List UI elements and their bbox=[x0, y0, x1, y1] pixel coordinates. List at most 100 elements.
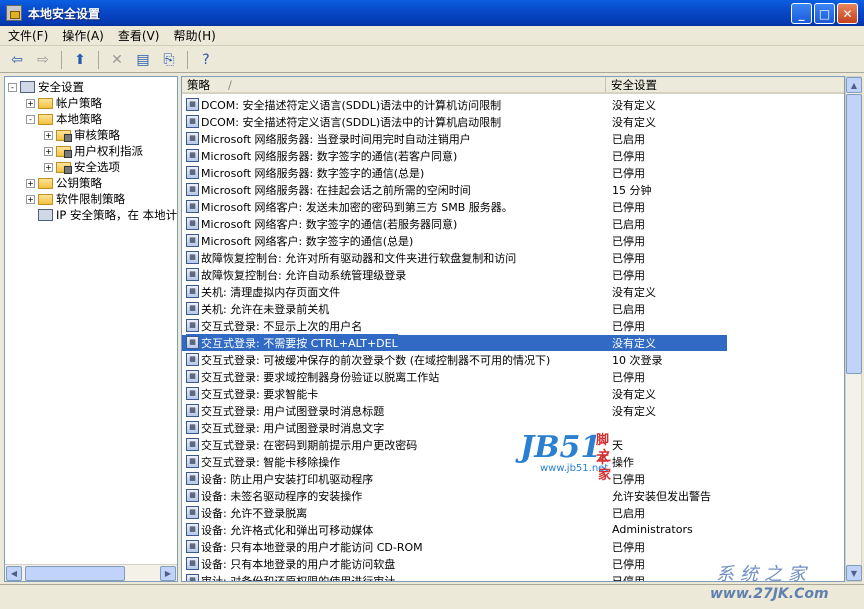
minimize-button[interactable]: _ bbox=[791, 3, 812, 24]
policy-row[interactable]: ▦ 设备: 允许不登录脱离 已启用 bbox=[182, 504, 844, 521]
policy-row[interactable]: ▦ 关机: 清理虚拟内存页面文件 没有定义 bbox=[182, 283, 844, 300]
policy-row[interactable]: ▦ 交互式登录: 要求智能卡 没有定义 bbox=[182, 385, 844, 402]
policy-setting: 已停用 bbox=[612, 472, 645, 486]
policy-row[interactable]: ▦ DCOM: 安全描述符定义语言(SDDL)语法中的计算机访问限制 没有定义 bbox=[182, 96, 844, 113]
policy-row[interactable]: ▦ 设备: 只有本地登录的用户才能访问 CD-ROM 已停用 bbox=[182, 538, 844, 555]
policy-row[interactable]: ▦ Microsoft 网络服务器: 当登录时间用完时自动注销用户 已启用 bbox=[182, 130, 844, 147]
policy-name: 交互式登录: 不显示上次的用户名 bbox=[201, 319, 363, 333]
policy-icon: ▦ bbox=[186, 421, 199, 434]
selected-policy-row[interactable]: ▦ 交互式登录: 不需要按 CTRL+ALT+DEL 没有定义 bbox=[182, 334, 844, 351]
tree-item-label: 安全选项 bbox=[74, 160, 120, 174]
computer-policy-icon bbox=[38, 209, 53, 221]
scroll-left-icon[interactable]: ◀ bbox=[6, 566, 22, 581]
delete-icon[interactable]: ✕ bbox=[106, 50, 128, 70]
policy-row[interactable]: ▦ 交互式登录: 智能卡移除操作 操作 bbox=[182, 453, 844, 470]
close-button[interactable]: ✕ bbox=[837, 3, 858, 24]
tree-item[interactable]: IP 安全策略，在 本地计 bbox=[26, 207, 177, 223]
policy-icon: ▦ bbox=[186, 438, 199, 451]
policy-icon: ▦ bbox=[186, 234, 199, 247]
policy-icon: ▦ bbox=[186, 217, 199, 230]
tree-item[interactable]: + 软件限制策略 bbox=[26, 191, 125, 207]
tree-item[interactable]: + 公钥策略 bbox=[26, 175, 102, 191]
policy-row[interactable]: ▦ Microsoft 网络客户: 发送未加密的密码到第三方 SMB 服务器。 已停… bbox=[182, 198, 844, 215]
expand-icon[interactable]: + bbox=[44, 146, 53, 156]
policy-row[interactable]: ▦ 交互式登录: 不显示上次的用户名 已停用 bbox=[182, 317, 844, 334]
policy-row[interactable]: ▦ DCOM: 安全描述符定义语言(SDDL)语法中的计算机启动限制 没有定义 bbox=[182, 113, 844, 130]
column-header-setting-label: 安全设置 bbox=[611, 77, 657, 92]
scroll-up-icon[interactable]: ▲ bbox=[846, 77, 862, 93]
scroll-down-icon[interactable]: ▼ bbox=[846, 565, 862, 581]
expand-icon[interactable]: + bbox=[26, 194, 35, 204]
properties-icon[interactable]: ▤ bbox=[132, 50, 154, 70]
policy-icon: ▦ bbox=[186, 540, 199, 553]
up-folder-icon[interactable]: ⬆ bbox=[69, 50, 91, 70]
policy-icon: ▦ bbox=[186, 574, 199, 581]
menu-help[interactable]: 帮助(H) bbox=[173, 27, 215, 44]
policy-row[interactable]: ▦ Microsoft 网络服务器: 在挂起会话之前所需的空闲时间 15 分钟 bbox=[182, 181, 844, 198]
expand-icon[interactable]: + bbox=[26, 98, 35, 108]
menu-view[interactable]: 查看(V) bbox=[118, 27, 160, 44]
scroll-thumb[interactable] bbox=[25, 566, 125, 581]
policy-setting: 已停用 bbox=[612, 540, 645, 554]
policy-name: 故障恢复控制台: 允许对所有驱动器和文件夹进行软盘复制和访问 bbox=[201, 251, 517, 265]
policy-row[interactable]: ▦ 交互式登录: 用户试图登录时消息文字 bbox=[182, 419, 844, 436]
computer-policy-icon bbox=[20, 81, 35, 93]
policy-row[interactable]: ▦ 关机: 允许在未登录前关机 已启用 bbox=[182, 300, 844, 317]
policy-name: 交互式登录: 用户试图登录时消息标题 bbox=[201, 404, 385, 418]
policy-name: 设备: 允许格式化和弹出可移动媒体 bbox=[201, 523, 374, 537]
tree-item-label: 软件限制策略 bbox=[56, 192, 125, 206]
expand-icon[interactable]: + bbox=[44, 130, 53, 140]
policy-row[interactable]: ▦ 设备: 允许格式化和弹出可移动媒体 Administrators bbox=[182, 521, 844, 538]
policy-icon: ▦ bbox=[186, 489, 199, 502]
policy-row[interactable]: ▦ 故障恢复控制台: 允许对所有驱动器和文件夹进行软盘复制和访问 已停用 bbox=[182, 249, 844, 266]
tree-item[interactable]: + 审核策略 bbox=[44, 127, 120, 143]
policy-row[interactable]: ▦ 设备: 防止用户安装打印机驱动程序 已停用 bbox=[182, 470, 844, 487]
tree-item-label: 安全设置 bbox=[38, 80, 84, 94]
export-list-icon[interactable]: ⎘ bbox=[158, 50, 180, 70]
policy-setting: 已停用 bbox=[612, 370, 645, 384]
policy-row[interactable]: ▦ 故障恢复控制台: 允许自动系统管理级登录 已停用 bbox=[182, 266, 844, 283]
policy-name: 设备: 只有本地登录的用户才能访问 CD-ROM bbox=[201, 540, 423, 554]
help-icon[interactable]: ? bbox=[195, 50, 217, 70]
column-header-policy[interactable]: 策略 / bbox=[182, 77, 606, 94]
policy-icon: ▦ bbox=[186, 251, 199, 264]
tree-item[interactable]: + 用户权利指派 bbox=[44, 143, 143, 159]
policy-row[interactable]: ▦ 交互式登录: 要求域控制器身份验证以脱离工作站 已停用 bbox=[182, 368, 844, 385]
list-vertical-scrollbar[interactable]: ▲ ▼ bbox=[845, 76, 862, 582]
menu-bar: 文件(F) 操作(A) 查看(V) 帮助(H) bbox=[0, 26, 864, 46]
menu-file[interactable]: 文件(F) bbox=[8, 27, 48, 44]
folder-icon bbox=[38, 97, 53, 109]
policy-row[interactable]: ▦ 交互式登录: 用户试图登录时消息标题 没有定义 bbox=[182, 402, 844, 419]
tree-item[interactable]: - 安全设置 bbox=[8, 79, 84, 95]
collapse-icon[interactable]: - bbox=[26, 114, 35, 124]
tree-item[interactable]: + 安全选项 bbox=[44, 159, 120, 175]
tree-item-label: 本地策略 bbox=[56, 112, 102, 126]
policy-icon: ▦ bbox=[186, 353, 199, 366]
maximize-button[interactable]: □ bbox=[814, 3, 835, 24]
policy-row[interactable]: ▦ Microsoft 网络服务器: 数字签字的通信(总是) 已停用 bbox=[182, 164, 844, 181]
policy-setting: 已停用 bbox=[612, 268, 645, 282]
policy-row[interactable]: ▦ Microsoft 网络客户: 数字签字的通信(若服务器同意) 已启用 bbox=[182, 215, 844, 232]
scroll-thumb[interactable] bbox=[846, 94, 862, 374]
policy-row[interactable]: ▦ 交互式登录: 在密码到期前提示用户更改密码 天 bbox=[182, 436, 844, 453]
title-bar: 本地安全设置 _ □ ✕ bbox=[0, 0, 864, 26]
scroll-right-icon[interactable]: ▶ bbox=[160, 566, 176, 581]
back-arrow-icon[interactable]: ⇦ bbox=[6, 50, 28, 70]
expand-icon[interactable]: + bbox=[26, 178, 35, 188]
menu-action[interactable]: 操作(A) bbox=[62, 27, 104, 44]
column-header-setting[interactable]: 安全设置 bbox=[606, 77, 844, 94]
policy-icon: ▦ bbox=[186, 336, 199, 349]
tree-item[interactable]: + 帐户策略 bbox=[26, 95, 102, 111]
policy-row[interactable]: ▦ Microsoft 网络服务器: 数字签字的通信(若客户同意) 已停用 bbox=[182, 147, 844, 164]
forward-arrow-icon[interactable]: ⇨ bbox=[32, 50, 54, 70]
policy-setting: 已停用 bbox=[612, 574, 645, 582]
policy-row[interactable]: ▦ 设备: 未签名驱动程序的安装操作 允许安装但发出警告 bbox=[182, 487, 844, 504]
collapse-icon[interactable]: - bbox=[8, 82, 17, 92]
policy-row[interactable]: ▦ 交互式登录: 可被缓冲保存的前次登录个数 (在域控制器不可用的情况下) 10 次… bbox=[182, 351, 844, 368]
folder-icon bbox=[38, 177, 53, 189]
policy-setting: 已停用 bbox=[612, 166, 645, 180]
expand-icon[interactable]: + bbox=[44, 162, 53, 172]
policy-row[interactable]: ▦ Microsoft 网络客户: 数字签字的通信(总是) 已停用 bbox=[182, 232, 844, 249]
tree-item[interactable]: - 本地策略 bbox=[26, 111, 102, 127]
tree-horizontal-scrollbar[interactable]: ◀ ▶ bbox=[5, 564, 177, 581]
